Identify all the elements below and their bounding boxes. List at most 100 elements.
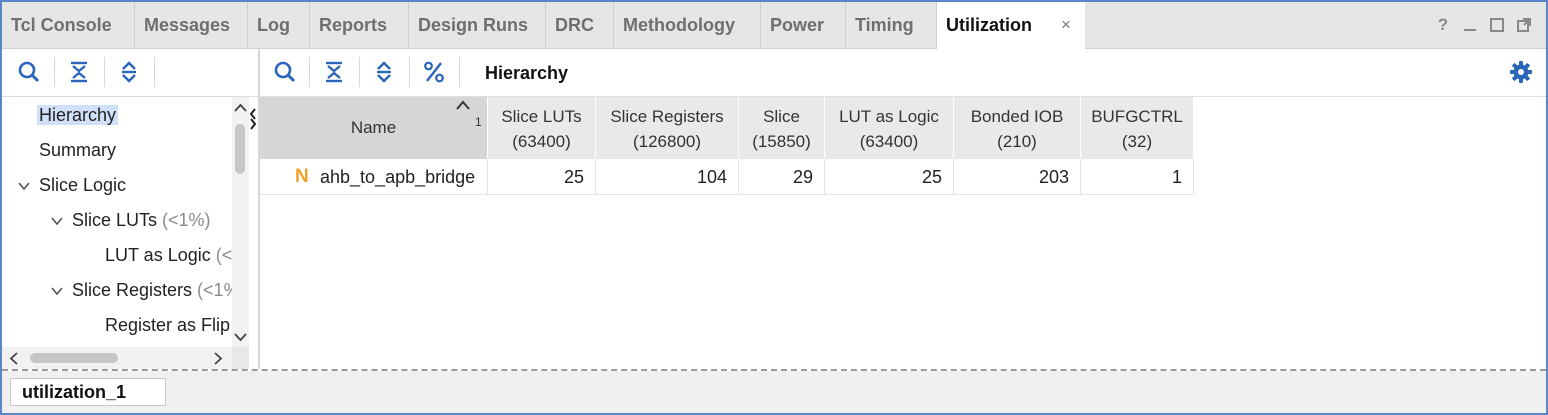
collapse-all-icon[interactable]	[66, 59, 92, 85]
column-header-name[interactable]: Name 1	[260, 97, 488, 159]
table-cell-slice[interactable]: 29	[739, 159, 825, 195]
help-icon[interactable]: ?	[1434, 16, 1452, 34]
restore-icon[interactable]	[1515, 16, 1533, 34]
column-header-bufgctrl[interactable]: BUFGCTRL (32)	[1081, 97, 1194, 159]
tree-item-hierarchy[interactable]: Hierarchy	[37, 100, 119, 130]
tree-item-label: LUT as Logic	[105, 245, 211, 265]
toolbar-separator	[54, 57, 55, 87]
column-header-capacity: (63400)	[859, 132, 919, 151]
collapse-all-icon[interactable]	[321, 59, 347, 85]
tree-item-register-as-flip-flop[interactable]: Register as Flip	[105, 310, 230, 340]
search-icon[interactable]	[272, 59, 298, 85]
maximize-icon[interactable]	[1488, 16, 1506, 34]
tree-item-slice-registers[interactable]: Slice Registers (<1%	[72, 275, 232, 305]
chevron-left-icon[interactable]	[8, 352, 20, 365]
tree-item-label: Slice Registers	[72, 280, 193, 300]
expand-all-icon[interactable]	[371, 59, 397, 85]
gear-icon[interactable]	[1508, 59, 1534, 85]
column-header-capacity: (63400)	[512, 132, 571, 151]
column-header-label: Slice Registers	[610, 107, 724, 126]
table-cell-bonded-iob[interactable]: 203	[954, 159, 1081, 195]
chevron-right-icon[interactable]	[212, 352, 224, 365]
tab-design-runs[interactable]: Design Runs	[409, 2, 546, 48]
table-cell-bufgctrl[interactable]: 1	[1081, 159, 1194, 195]
tree-item-summary[interactable]: Summary	[39, 135, 116, 165]
column-header-capacity: (15850)	[752, 132, 811, 151]
right-toolbar: Hierarchy	[260, 49, 1546, 97]
utilization-window: Tcl Console Messages Log Reports Design …	[0, 0, 1548, 415]
chevron-down-icon[interactable]	[18, 180, 30, 192]
column-header-label: BUFGCTRL	[1091, 107, 1183, 126]
tree-item-label: Summary	[39, 140, 117, 160]
tab-utilization-report[interactable]: utilization_1	[10, 378, 166, 406]
scrollbar-thumb[interactable]	[235, 124, 245, 174]
tree-item-label: Slice LUTs	[72, 210, 158, 230]
chevron-down-icon[interactable]	[51, 285, 63, 297]
chevron-down-icon[interactable]	[51, 215, 63, 227]
table-cell-slice-luts[interactable]: 25	[488, 159, 596, 195]
scrollbar-corner	[232, 347, 249, 369]
minimize-icon[interactable]	[1461, 16, 1479, 34]
column-header-label: Slice LUTs	[501, 107, 582, 126]
table-cell-slice-registers[interactable]: 104	[596, 159, 739, 195]
column-header-slice-registers[interactable]: Slice Registers (126800)	[596, 97, 739, 159]
tab-drc[interactable]: DRC	[546, 2, 614, 48]
tab-timing[interactable]: Timing	[846, 2, 937, 48]
column-header-lut-as-logic[interactable]: LUT as Logic (63400)	[825, 97, 954, 159]
report-tabs-bar: utilization_1	[2, 371, 1546, 413]
toolbar-overflow-icon[interactable]	[249, 105, 257, 133]
expand-all-icon[interactable]	[116, 59, 142, 85]
tab-power[interactable]: Power	[761, 2, 846, 48]
tree-horizontal-scrollbar[interactable]	[2, 347, 232, 369]
tree-item-slice-logic[interactable]: Slice Logic	[39, 170, 126, 200]
tree-item-percent: (<1%)	[157, 210, 211, 230]
tree-item-label: Hierarchy	[37, 105, 119, 125]
module-name: ahb_to_apb_bridge	[320, 167, 476, 187]
column-header-capacity: (32)	[1121, 132, 1153, 151]
table-cell-lut-as-logic[interactable]: 25	[825, 159, 954, 195]
toolbar-separator	[409, 57, 410, 87]
toolbar-separator	[459, 57, 460, 87]
tab-methodology[interactable]: Methodology	[614, 2, 761, 48]
column-header-capacity: (126800)	[632, 132, 702, 151]
scrollbar-thumb[interactable]	[30, 353, 118, 363]
table-row-name-cell[interactable]: N ahb_to_apb_bridge	[260, 159, 488, 195]
toolbar-separator	[104, 57, 105, 87]
toolbar-separator	[154, 57, 155, 87]
tab-log[interactable]: Log	[248, 2, 310, 48]
toolbar-separator	[359, 57, 360, 87]
left-toolbar	[2, 49, 259, 130]
tree-item-percent: (<1%	[197, 280, 232, 300]
column-header-slice[interactable]: Slice (15850)	[739, 97, 825, 159]
column-header-capacity: (210)	[997, 132, 1037, 151]
tree-vertical-scrollbar[interactable]	[232, 97, 249, 347]
column-header-label: Bonded IOB	[970, 107, 1064, 126]
tab-utilization-label: Utilization	[946, 15, 1032, 35]
column-header-bonded-iob[interactable]: Bonded IOB (210)	[954, 97, 1081, 159]
tab-bar: Tcl Console Messages Log Reports Design …	[2, 2, 1546, 49]
column-header-label: LUT as Logic	[839, 107, 939, 126]
section-title: Hierarchy	[485, 63, 569, 83]
tree-item-percent: (<1	[215, 245, 232, 265]
toolbar-separator	[309, 57, 310, 87]
column-header-label: Slice	[763, 107, 800, 126]
tree-item-lut-as-logic[interactable]: LUT as Logic (<1	[105, 240, 232, 270]
sort-order-number: 1	[475, 115, 482, 129]
search-icon[interactable]	[16, 59, 42, 85]
column-header-slice-luts[interactable]: Slice LUTs (63400)	[488, 97, 596, 159]
column-header-label: Name	[350, 118, 397, 137]
tree-item-label: Register as Flip	[105, 315, 231, 335]
chevron-up-icon[interactable]	[234, 102, 247, 114]
chevron-down-icon[interactable]	[234, 331, 247, 343]
tab-utilization[interactable]: Utilization ×	[937, 2, 1085, 49]
netlist-icon: N	[295, 166, 309, 187]
tab-reports[interactable]: Reports	[310, 2, 409, 48]
tab-tcl-console[interactable]: Tcl Console	[2, 2, 135, 48]
report-tree: Hierarchy Summary Slice Logic Slice LUTs…	[2, 97, 232, 347]
tree-item-label: Slice Logic	[39, 175, 127, 195]
tree-item-slice-luts[interactable]: Slice LUTs (<1%)	[72, 205, 211, 235]
percent-icon[interactable]	[421, 59, 447, 85]
close-icon[interactable]: ×	[1061, 2, 1071, 48]
tab-messages[interactable]: Messages	[135, 2, 248, 48]
sort-ascending-icon	[456, 100, 470, 110]
